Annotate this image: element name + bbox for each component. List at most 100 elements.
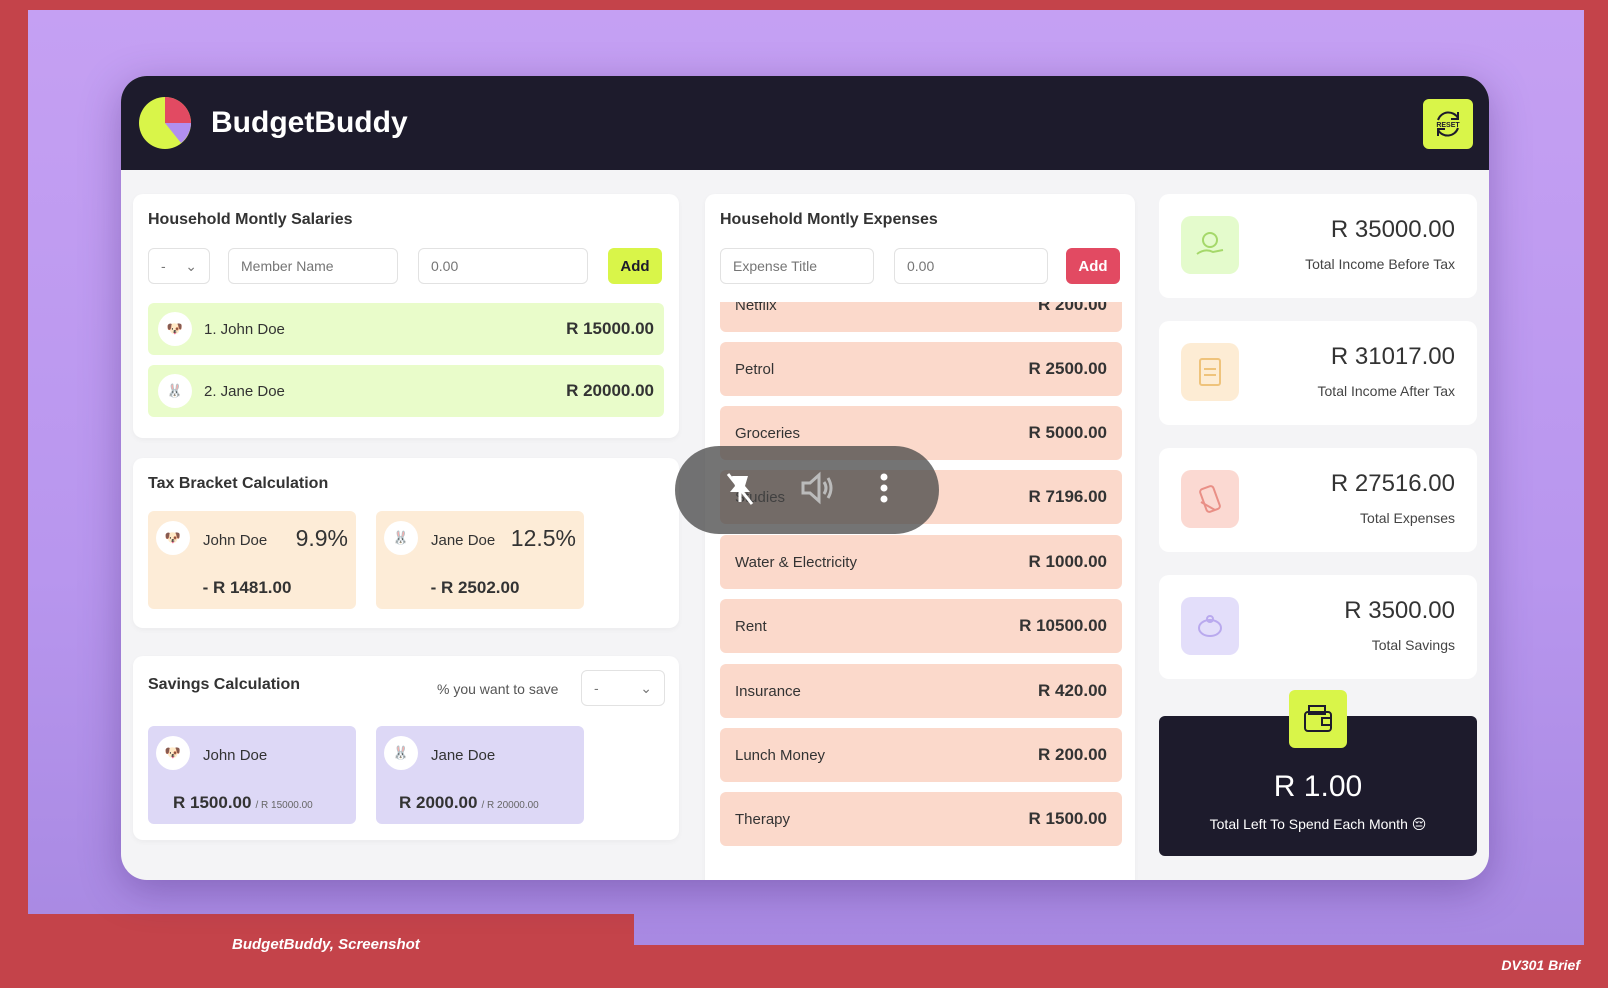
expense-amount: R 1000.00 [1028,552,1107,571]
member-select[interactable]: - ⌄ [148,248,210,284]
stat-card-income-after-tax: R 31017.00 Total Income After Tax [1159,321,1477,425]
savings-member-name: John Doe [203,747,268,764]
expense-name: Insurance [735,682,801,700]
add-salary-button[interactable]: Add [608,248,662,284]
add-expense-button[interactable]: Add [1066,248,1120,284]
salary-member-name: 2. Jane Doe [204,382,285,400]
expense-name: Groceries [735,424,801,442]
avatar: 🐰 [158,374,192,408]
more-vertical-icon [880,473,888,502]
expense-amount: R 200.00 [1038,745,1107,764]
avatar: 🐰 [384,521,418,555]
reset-icon: RESET [1436,111,1460,137]
more-options-button[interactable] [874,468,894,513]
expense-name: Petrol [735,360,775,378]
tax-member-card: 🐶 John Doe 9.9% - R 1481.00 [148,511,356,609]
piggy-bank-icon [1181,597,1239,655]
money-hand-icon [1181,216,1239,274]
stat-value: R 35000.00 [1330,216,1455,243]
reset-button[interactable]: RESET [1423,99,1473,149]
screenshot-caption: BudgetBuddy, Screenshot [232,936,420,953]
savings-of-total: / R 15000.00 [255,800,313,811]
expense-row: Petrol R 2500.00 [720,342,1122,396]
tax-member-card: 🐰 Jane Doe 12.5% - R 2502.00 [376,511,584,609]
stat-label: Total Savings [1371,637,1455,653]
salary-amount: R 20000.00 [566,381,654,400]
savings-card: Savings Calculation % you want to save -… [133,656,679,840]
expense-row: Water & Electricity R 1000.00 [720,535,1122,589]
reset-label: RESET [1436,122,1460,129]
avatar: 🐰 [384,736,418,770]
tax-member-name: Jane Doe [431,532,496,549]
member-name-input[interactable] [228,248,398,284]
stat-card-total-savings: R 3500.00 Total Savings [1159,575,1477,679]
expense-row: Netflix R 200.00 [720,302,1122,332]
tax-member-name: John Doe [203,532,268,549]
volume-icon [801,471,833,504]
savings-amount: R 2000.00/ R 20000.00 [399,793,539,812]
expense-amount: R 420.00 [1038,681,1107,700]
expense-row: Lunch Money R 200.00 [720,728,1122,782]
expense-amount: R 2500.00 [1028,359,1107,378]
savings-member-card: 🐶 John Doe R 1500.00/ R 15000.00 [148,726,356,824]
stat-label: Total Income After Tax [1317,383,1455,399]
tax-card: Tax Bracket Calculation 🐶 John Doe 9.9% … [133,458,679,628]
stat-value: R 3500.00 [1344,597,1455,624]
tax-percent: 12.5% [510,525,576,551]
tax-document-icon [1181,343,1239,401]
chevron-down-icon: ⌄ [640,679,652,696]
savings-select-value: - [594,680,599,696]
savings-member-name: Jane Doe [431,747,496,764]
avatar: 🐶 [156,521,190,555]
savings-amount: R 1500.00/ R 15000.00 [173,793,313,812]
expense-name: Rent [735,617,767,635]
salary-member-name: 1. John Doe [204,320,285,338]
avatar: 🐶 [156,736,190,770]
expense-amount: R 10500.00 [1019,616,1107,635]
expense-list[interactable]: Netflix R 200.00 Petrol R 2500.00 Grocer… [705,302,1135,880]
salaries-title: Household Montly Salaries [148,211,353,228]
stat-value: R 27516.00 [1330,470,1455,497]
expense-row: Rent R 10500.00 [720,599,1122,653]
expense-amount: R 200.00 [1038,302,1107,314]
left-to-spend-label: Total Left To Spend Each Month 😔 [1209,816,1427,832]
card-payment-icon [1181,470,1239,528]
expense-row: Insurance R 420.00 [720,664,1122,718]
stat-card-total-expenses: R 27516.00 Total Expenses [1159,448,1477,552]
expense-amount-input[interactable] [894,248,1048,284]
savings-of-total: / R 20000.00 [481,800,539,811]
salary-row: 🐶 1. John Doe R 15000.00 [148,303,664,355]
unpin-button[interactable] [720,468,760,513]
stat-card-income-before-tax: R 35000.00 Total Income Before Tax [1159,194,1477,298]
chevron-down-icon: ⌄ [185,257,197,274]
tax-amount: - R 1481.00 [202,578,292,597]
expense-amount: R 5000.00 [1028,423,1107,442]
tax-percent: 9.9% [295,525,348,551]
tax-amount: - R 2502.00 [430,578,520,597]
salary-amount-input[interactable] [418,248,588,284]
tax-title: Tax Bracket Calculation [148,475,329,492]
savings-prompt: % you want to save [437,681,559,697]
salary-amount: R 15000.00 [566,319,654,338]
stat-value: R 31017.00 [1330,343,1455,370]
expense-amount: R 1500.00 [1028,809,1107,828]
stat-label: Total Income Before Tax [1305,256,1455,272]
expense-row: Therapy R 1500.00 [720,792,1122,846]
salaries-card: Household Montly Salaries - ⌄ Add 🐶 1. J… [133,194,679,438]
volume-button[interactable] [797,468,837,513]
expense-name: Lunch Money [735,746,826,764]
stat-label: Total Expenses [1360,510,1455,526]
savings-member-card: 🐰 Jane Doe R 2000.00/ R 20000.00 [376,726,584,824]
top-bar: BudgetBuddy RESET [121,76,1489,170]
app-title: BudgetBuddy [211,106,408,139]
logo-pie-icon [139,97,191,149]
expense-name: Therapy [735,810,791,828]
expense-amount: R 7196.00 [1028,487,1107,506]
wallet-icon [1289,690,1347,748]
expense-title-input[interactable] [720,248,874,284]
savings-title: Savings Calculation [148,676,301,693]
expenses-title: Household Montly Expenses [720,211,938,228]
savings-percent-select[interactable]: - ⌄ [581,670,665,706]
avatar: 🐶 [158,312,192,346]
pin-off-icon [726,472,753,505]
